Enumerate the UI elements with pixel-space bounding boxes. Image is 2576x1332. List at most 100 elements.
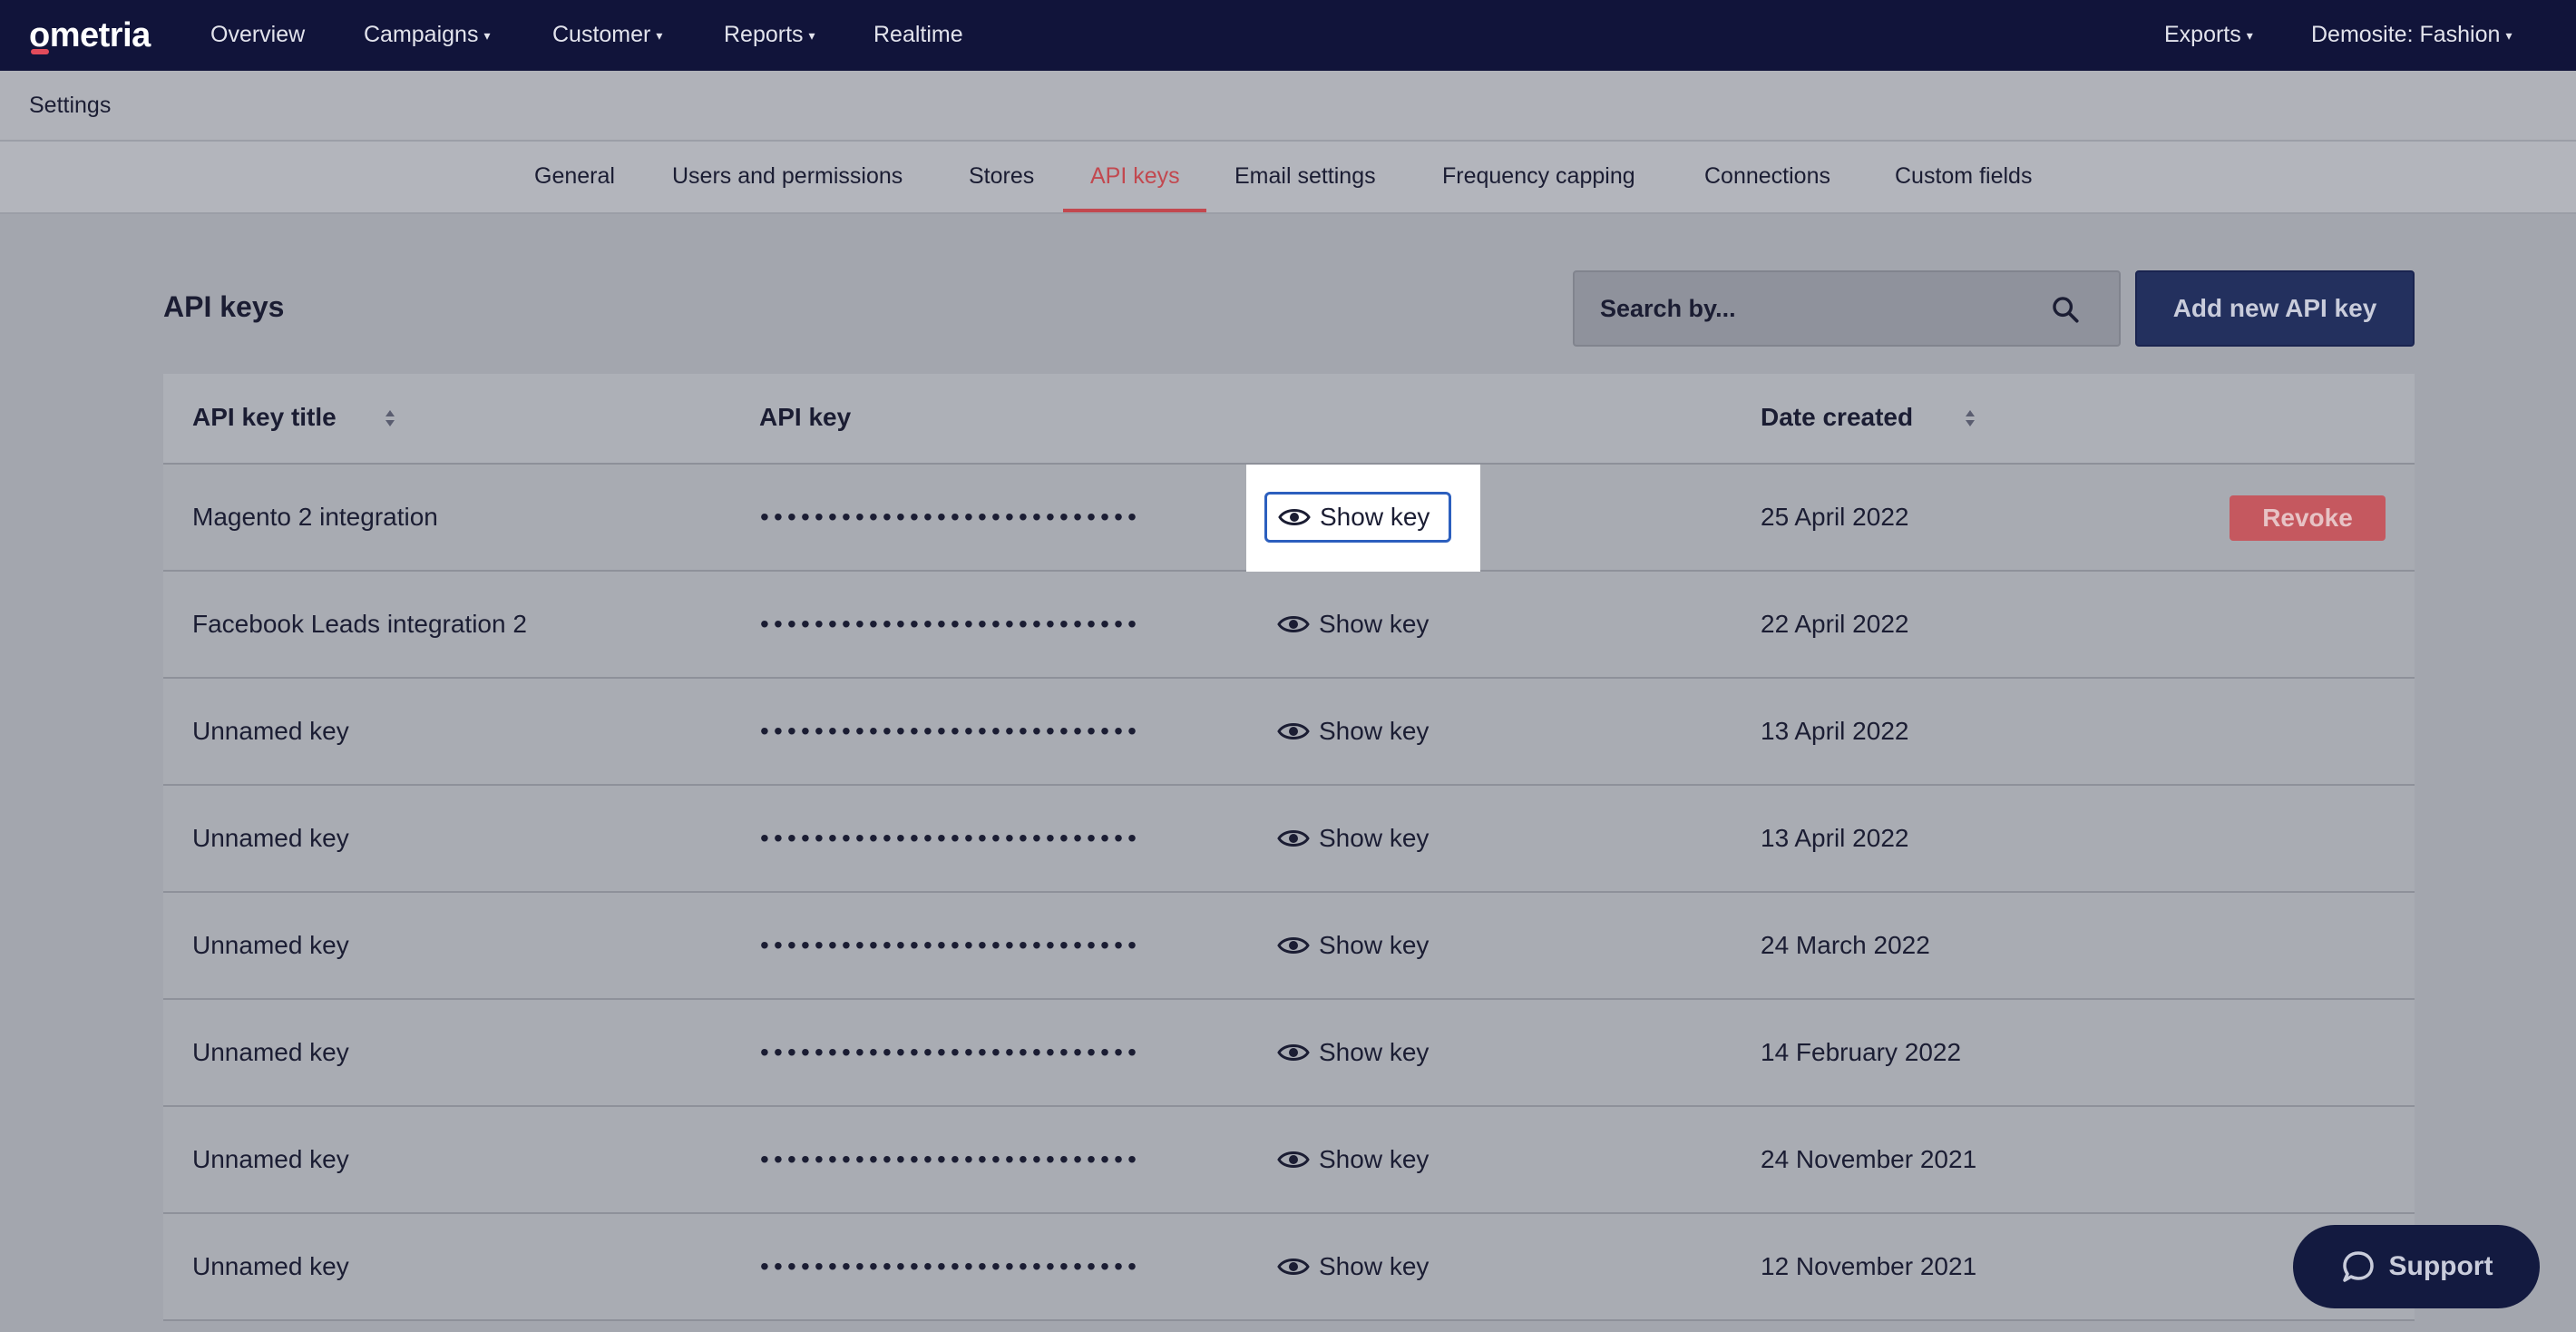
caret-down-icon: ▾ <box>808 27 815 43</box>
table-row: Magento 2 integration ••••••••••••••••••… <box>163 465 2415 572</box>
caret-down-icon: ▾ <box>2505 27 2513 43</box>
revoke-button[interactable]: Revoke <box>2230 495 2386 541</box>
search-box <box>1573 270 2121 347</box>
show-key-button[interactable]: Show key <box>1277 706 1462 757</box>
show-key-label: Show key <box>1320 503 1430 531</box>
tab-connections[interactable]: Connections <box>1704 163 1830 190</box>
active-tab-indicator <box>1063 209 1206 212</box>
table-row: Facebook Leads integration 2 •••••••••••… <box>163 572 2415 679</box>
masked-api-key: •••••••••••••••••••••••••••• <box>760 503 1142 531</box>
column-date-created[interactable]: Date created <box>1761 403 1913 432</box>
chat-bubble-icon <box>2342 1251 2374 1282</box>
settings-header: Settings <box>0 71 2576 142</box>
show-key-button[interactable]: Show key <box>1277 1241 1462 1292</box>
nav-overview-label: Overview <box>210 22 306 47</box>
date-created: 25 April 2022 <box>1761 503 1909 531</box>
nav-customer[interactable]: Customer ▾ <box>552 22 662 48</box>
show-key-button[interactable]: Show key <box>1277 1134 1462 1185</box>
masked-api-key: •••••••••••••••••••••••••••• <box>760 1038 1142 1066</box>
masked-api-key: •••••••••••••••••••••••••••• <box>760 824 1142 852</box>
column-api-key: API key <box>759 403 852 431</box>
show-key-label: Show key <box>1319 1038 1429 1066</box>
masked-api-key: •••••••••••••••••••••••••••• <box>760 1252 1142 1280</box>
table-row: Unnamed key ••••••••••••••••••••••••••••… <box>163 1107 2415 1214</box>
api-key-title: Magento 2 integration <box>192 503 438 531</box>
nav-customer-label: Customer <box>552 22 651 47</box>
eye-icon <box>1278 509 1311 525</box>
caret-down-icon: ▾ <box>656 27 663 43</box>
eye-icon <box>1277 1044 1310 1061</box>
show-key-label: Show key <box>1319 1252 1429 1280</box>
page-title: API keys <box>163 290 285 323</box>
sort-icon[interactable] <box>1965 408 1976 428</box>
main-content: API keys Add new API key API key title A… <box>0 214 2576 1332</box>
date-created: 24 March 2022 <box>1761 931 1930 959</box>
eye-icon <box>1277 723 1310 739</box>
caret-down-icon: ▾ <box>2246 27 2253 43</box>
nav-exports-label: Exports <box>2164 22 2241 47</box>
show-key-button[interactable]: Show key <box>1264 492 1451 543</box>
show-key-label: Show key <box>1319 717 1429 745</box>
nav-campaigns-label: Campaigns <box>364 22 479 47</box>
add-new-api-key-button[interactable]: Add new API key <box>2135 270 2415 347</box>
nav-realtime[interactable]: Realtime <box>873 22 963 48</box>
caret-down-icon: ▾ <box>483 27 491 43</box>
api-keys-table: API key title API key Date created Magen… <box>163 374 2415 1321</box>
settings-title: Settings <box>29 93 112 118</box>
tab-frequency-capping[interactable]: Frequency capping <box>1442 163 1635 190</box>
tab-general[interactable]: General <box>534 163 615 190</box>
nav-account-label: Demosite: Fashion <box>2311 22 2501 47</box>
api-key-title: Unnamed key <box>192 1145 349 1173</box>
api-key-title: Unnamed key <box>192 824 349 852</box>
column-api-key-title[interactable]: API key title <box>192 403 337 432</box>
show-key-label: Show key <box>1319 931 1429 959</box>
search-input[interactable] <box>1575 272 2046 345</box>
nav-campaigns[interactable]: Campaigns ▾ <box>364 22 490 48</box>
ometria-logo[interactable]: ometria <box>29 16 151 55</box>
eye-icon <box>1277 937 1310 954</box>
tab-api-keys[interactable]: API keys <box>1090 163 1180 190</box>
table-row: Unnamed key ••••••••••••••••••••••••••••… <box>163 679 2415 786</box>
tab-custom-fields[interactable]: Custom fields <box>1895 163 2032 190</box>
show-key-label: Show key <box>1319 1145 1429 1173</box>
show-key-button[interactable]: Show key <box>1277 1027 1462 1078</box>
nav-exports[interactable]: Exports ▾ <box>2164 22 2253 48</box>
date-created: 22 April 2022 <box>1761 610 1909 638</box>
api-key-title: Unnamed key <box>192 1252 349 1280</box>
tab-stores[interactable]: Stores <box>969 163 1034 190</box>
eye-icon <box>1277 616 1310 632</box>
sort-icon[interactable] <box>385 408 395 428</box>
masked-api-key: •••••••••••••••••••••••••••• <box>760 610 1142 638</box>
api-key-title: Unnamed key <box>192 931 349 959</box>
table-row: Unnamed key ••••••••••••••••••••••••••••… <box>163 893 2415 1000</box>
show-key-button[interactable]: Show key <box>1277 599 1462 650</box>
search-icon[interactable] <box>2050 294 2081 325</box>
support-label: Support <box>2388 1251 2493 1281</box>
eye-icon <box>1277 1259 1310 1275</box>
date-created: 13 April 2022 <box>1761 717 1909 745</box>
settings-tabs: General Users and permissions Stores API… <box>0 142 2576 214</box>
tab-email-settings[interactable]: Email settings <box>1234 163 1376 190</box>
date-created: 12 November 2021 <box>1761 1252 1977 1280</box>
api-key-title: Unnamed key <box>192 1038 349 1066</box>
nav-reports-label: Reports <box>724 22 804 47</box>
eye-icon <box>1277 1151 1310 1168</box>
tab-users-and-permissions[interactable]: Users and permissions <box>672 163 903 190</box>
logo-accent <box>31 49 49 54</box>
table-row: Unnamed key ••••••••••••••••••••••••••••… <box>163 786 2415 893</box>
nav-overview[interactable]: Overview <box>210 22 305 48</box>
masked-api-key: •••••••••••••••••••••••••••• <box>760 931 1142 959</box>
top-navigation: ometria Overview Campaigns ▾ Customer ▾ Re… <box>0 0 2576 71</box>
show-key-button[interactable]: Show key <box>1277 920 1462 971</box>
nav-reports[interactable]: Reports ▾ <box>724 22 815 48</box>
show-key-label: Show key <box>1319 824 1429 852</box>
eye-icon <box>1277 830 1310 847</box>
show-key-button[interactable]: Show key <box>1277 813 1462 864</box>
date-created: 24 November 2021 <box>1761 1145 1977 1173</box>
table-header: API key title API key Date created <box>163 374 2415 465</box>
masked-api-key: •••••••••••••••••••••••••••• <box>760 717 1142 745</box>
table-row: Unnamed key ••••••••••••••••••••••••••••… <box>163 1214 2415 1321</box>
support-button[interactable]: Support <box>2293 1225 2540 1308</box>
api-key-title: Facebook Leads integration 2 <box>192 610 527 638</box>
nav-account[interactable]: Demosite: Fashion ▾ <box>2311 22 2512 48</box>
